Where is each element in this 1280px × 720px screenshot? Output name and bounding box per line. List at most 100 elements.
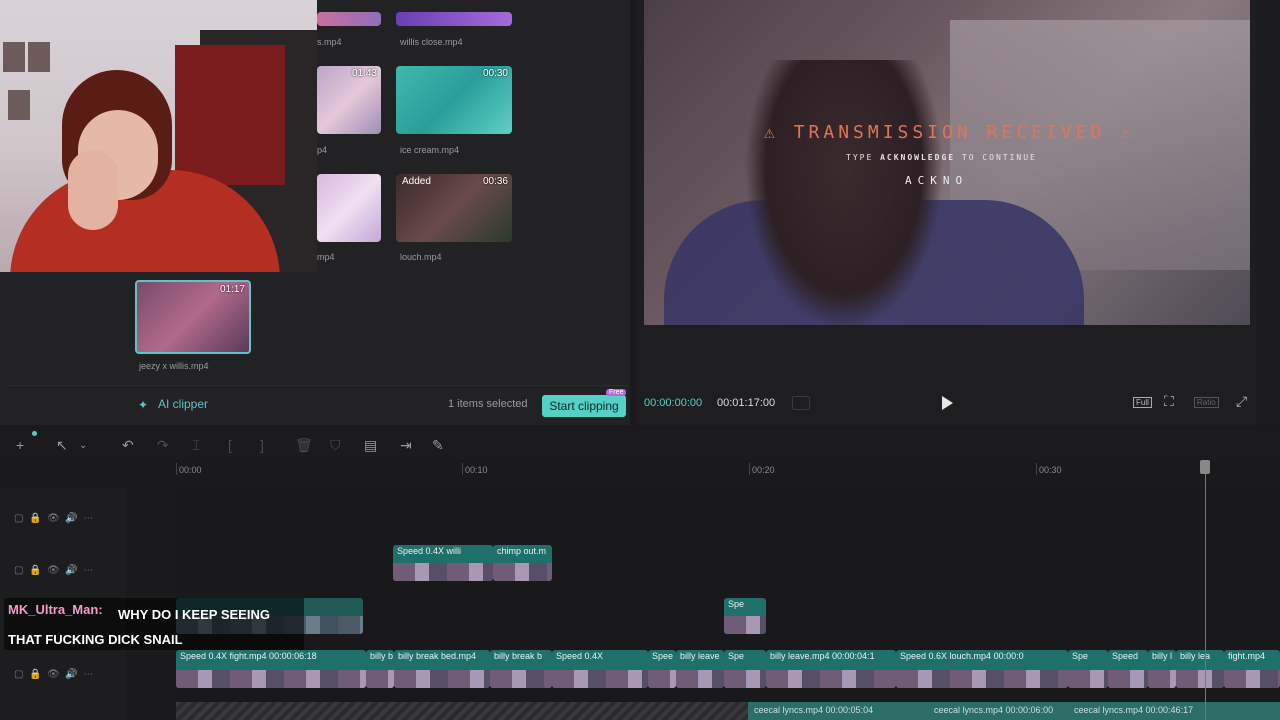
ai-clipper-bar: ✦ AI clipper 1 items selected Start clip… [8, 385, 628, 423]
chevron-down-icon[interactable]: ⌄ [79, 440, 87, 451]
ai-clipper-icon: ✦ [138, 398, 149, 412]
timeline-clip[interactable]: Speed 0.4X fight.mp4 00:00:06:18 [176, 650, 366, 688]
clip-label: Spee [652, 651, 674, 661]
media-duration: 01:17 [219, 284, 245, 295]
timeline-clip[interactable]: Speed 0.4X willi [393, 545, 493, 581]
clip-filmstrip [176, 670, 366, 688]
timecode-settings-icon[interactable] [792, 396, 810, 410]
editor-window: s.mp4 willis close.mp4 01:43 p4 00:30 ic… [0, 0, 1280, 720]
insert-icon[interactable]: ⇥ [400, 437, 412, 454]
media-item-label: p4 [317, 145, 328, 155]
video-figure-head [744, 60, 944, 325]
timeline-clip[interactable]: fight.mp4 [1224, 650, 1280, 688]
ruler-tick [462, 463, 463, 475]
clip-filmstrip [648, 670, 676, 688]
timeline-clip[interactable]: billy leave.mp4 00:00:04:1 [766, 650, 896, 688]
current-time: 00:00:00:00 [644, 397, 703, 409]
media-thumb-selected[interactable]: 01:17 [135, 280, 251, 354]
media-thumb[interactable]: 01:43 [317, 66, 381, 134]
clip-label: billy l [1152, 651, 1173, 661]
track-controls[interactable]: ▢ 🔒 👁 🔊 ⋯ [14, 513, 93, 524]
timeline-clip[interactable]: Spe [724, 650, 766, 688]
media-item-label: mp4 [317, 252, 335, 262]
media-item-label: louch.mp4 [400, 252, 442, 262]
full-quality-button[interactable]: Full [1133, 397, 1152, 408]
clip-filmstrip [490, 670, 552, 688]
select-icon[interactable]: ↖ [56, 437, 68, 454]
timeline-clip[interactable]: billy l [1148, 650, 1176, 688]
clip-label: Spe [728, 599, 745, 609]
total-time: 00:01:17:00 [717, 397, 776, 409]
free-badge: Free [606, 389, 627, 396]
start-clipping-button[interactable]: Start clipping [542, 395, 626, 417]
track-controls[interactable]: ▢ 🔒 👁 🔊 ⋯ [14, 565, 93, 576]
timeline-clip[interactable]: Speed [1108, 650, 1148, 688]
caption-icon[interactable]: ▤ [364, 437, 377, 454]
ruler-label: 00:30 [1039, 465, 1062, 475]
magic-icon[interactable]: ✎ [432, 437, 444, 454]
overlay-title: ⚠ TRANSMISSION RECEIVED ⚠ [764, 122, 1135, 143]
media-thumb[interactable] [317, 12, 381, 26]
timeline-clip[interactable]: chimp out.m [493, 545, 552, 581]
ratio-button[interactable]: Ratio [1194, 397, 1219, 408]
clip-label: billy b [370, 651, 394, 661]
undo-icon[interactable]: ↶ [122, 437, 134, 454]
overlay-input: ACKNO [905, 174, 969, 187]
redo-icon[interactable]: ↷ [157, 437, 169, 454]
timeline-clip[interactable]: billy b [366, 650, 394, 688]
delete-icon[interactable]: 🗑 [295, 437, 313, 454]
audio-clip-label: ceecal lyncs.mp4 00:00:05:04 [754, 705, 874, 715]
timeline-clip[interactable]: billy lea [1176, 650, 1224, 688]
shield-icon[interactable]: ⛉ [330, 437, 341, 454]
fullscreen-icon[interactable]: ⤢ [1236, 393, 1247, 410]
ruler-tick [176, 463, 177, 475]
video-preview[interactable]: ⚠ TRANSMISSION RECEIVED ⚠ TYPE ACKNOWLED… [644, 0, 1250, 325]
clip-filmstrip [724, 616, 766, 634]
clip-label: Spe [1072, 651, 1089, 661]
timeline-clip[interactable]: billy break b [490, 650, 552, 688]
playhead-handle[interactable] [1200, 460, 1210, 474]
clip-label: billy break b [494, 651, 543, 661]
timeline-clip[interactable]: Spe [724, 598, 766, 634]
playhead[interactable] [1205, 460, 1206, 720]
media-duration: 00:30 [482, 68, 508, 79]
track-controls[interactable]: ▢ 🔒 👁 🔊 ⋯ [14, 669, 93, 680]
media-item-label: jeezy x willis.mp4 [139, 361, 209, 371]
clip-label: Speed [1112, 651, 1139, 661]
trim-right-icon[interactable]: ] [260, 437, 264, 453]
add-icon[interactable]: + [16, 437, 24, 453]
ai-clipper-label[interactable]: AI clipper [158, 397, 208, 411]
audio-clip-label: ceecal lyncs.mp4 00:00:06:00 [934, 705, 1054, 715]
clip-filmstrip [493, 563, 552, 581]
split-icon[interactable]: ⌶ [192, 437, 200, 454]
timeline-clip[interactable]: Spe [1068, 650, 1108, 688]
clip-filmstrip [896, 670, 1068, 688]
trim-left-icon[interactable]: [ [228, 437, 232, 453]
media-thumb[interactable]: 00:30 [396, 66, 512, 134]
timeline-clip[interactable]: Spee [648, 650, 676, 688]
clip-filmstrip [1148, 670, 1176, 688]
media-item-label: willis close.mp4 [400, 37, 463, 47]
webcam-hanging-clothes [175, 45, 285, 185]
timeline-clip[interactable]: billy leave [676, 650, 724, 688]
clip-label: billy leave [680, 651, 720, 661]
play-icon[interactable] [940, 396, 954, 410]
screenshot-icon[interactable]: ⛶ [1164, 393, 1174, 410]
clip-filmstrip [552, 670, 648, 688]
media-item-label: ice cream.mp4 [400, 145, 460, 155]
ruler-label: 00:10 [465, 465, 488, 475]
webcam-overlay [0, 0, 317, 272]
media-thumb[interactable] [396, 12, 512, 26]
notification-dot [32, 431, 37, 436]
clip-filmstrip [766, 670, 896, 688]
audio-clip[interactable]: ceecal lyncs.mp4 00:00:05:04 ceecal lync… [748, 702, 1280, 720]
media-thumb[interactable]: Added 00:36 [396, 174, 512, 242]
ruler-label: 00:00 [179, 465, 202, 475]
ruler-label: 00:20 [752, 465, 775, 475]
timeline-clip[interactable]: Speed 0.4X [552, 650, 648, 688]
clip-label: Speed 0.6X louch.mp4 00:00:0 [900, 651, 1024, 661]
clip-filmstrip [1224, 670, 1280, 688]
timeline-clip[interactable]: billy break bed.mp4 [394, 650, 490, 688]
timeline-clip[interactable]: Speed 0.6X louch.mp4 00:00:0 [896, 650, 1068, 688]
media-thumb[interactable] [317, 174, 381, 242]
